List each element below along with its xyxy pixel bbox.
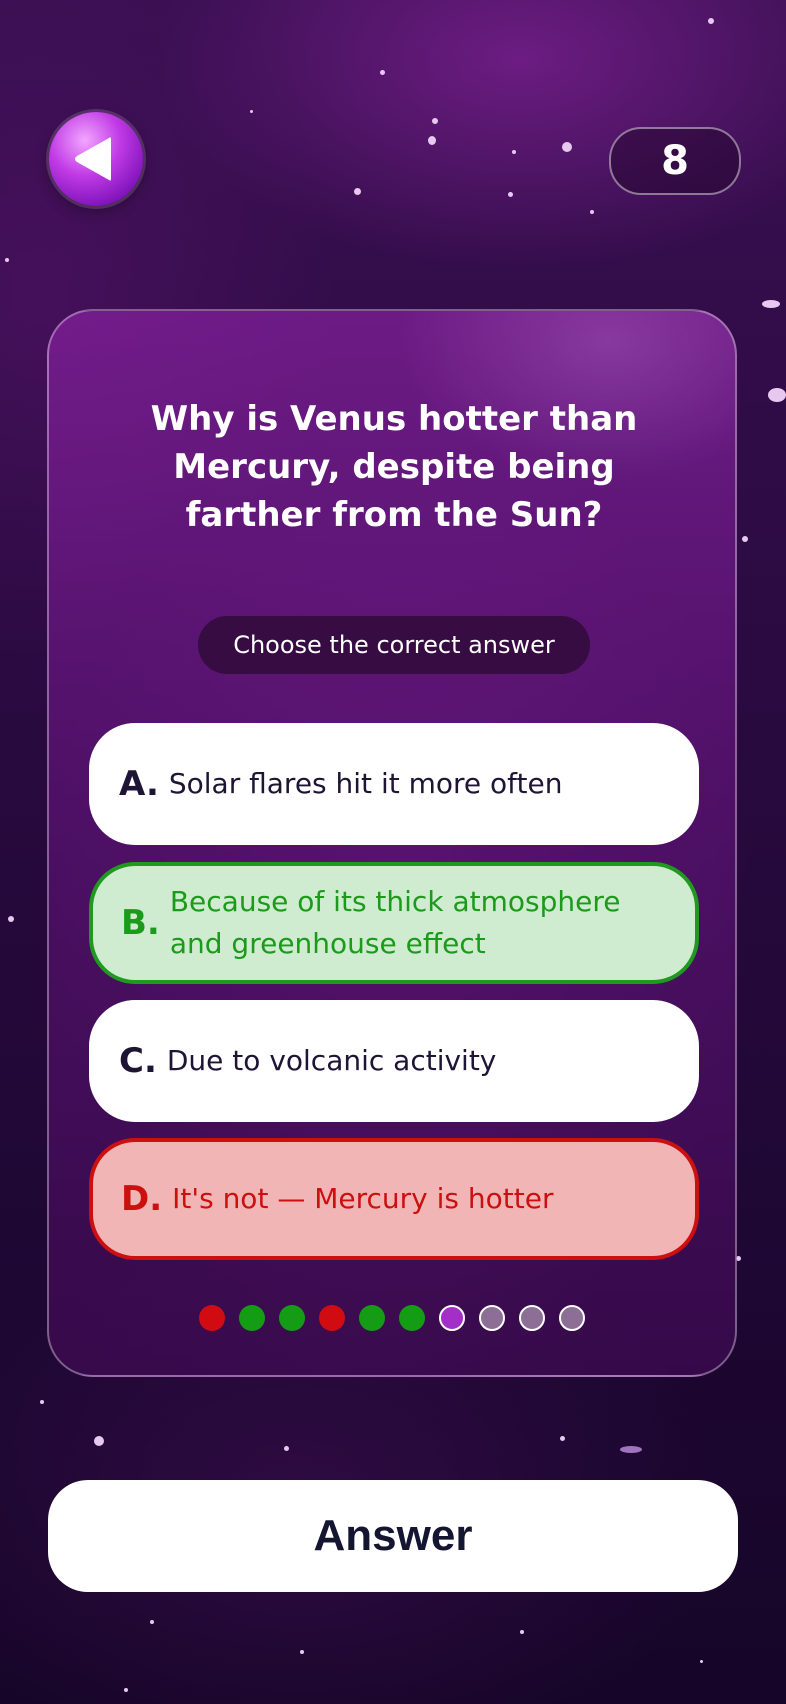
progress-dots (49, 1305, 735, 1331)
answer-button-label: Answer (313, 1511, 473, 1560)
question-card: Why is Venus hotter than Mercury, despit… (47, 309, 737, 1377)
progress-dot-wrong (199, 1305, 225, 1331)
option-c-button[interactable]: C. Due to volcanic activity (89, 1000, 699, 1122)
option-text: Due to volcanic activity (166, 1044, 497, 1077)
progress-dot-wrong (319, 1305, 345, 1331)
progress-dot-right (359, 1305, 385, 1331)
option-text: Solar flares hit it more often (168, 767, 563, 800)
progress-dot-pending (519, 1305, 545, 1331)
option-text: It's not — Mercury is hotter (172, 1182, 554, 1215)
instruction-pill: Choose the correct answer (198, 616, 590, 674)
progress-dot-right (279, 1305, 305, 1331)
progress-dot-right (399, 1305, 425, 1331)
option-d-button[interactable]: D. It's not — Mercury is hotter (89, 1138, 699, 1260)
answer-button[interactable]: Answer (48, 1480, 738, 1592)
back-button[interactable] (49, 112, 143, 206)
option-letter: D. (121, 1179, 163, 1219)
question-text: Why is Venus hotter than Mercury, despit… (150, 399, 638, 535)
option-b-button[interactable]: B. Because of its thick atmosphere and g… (89, 862, 699, 984)
option-text: Because of its thick atmosphere and gree… (169, 885, 621, 960)
option-a-button[interactable]: A. Solar flares hit it more often (89, 723, 699, 845)
option-letter: B. (121, 903, 160, 943)
back-arrow-icon (75, 137, 111, 181)
instruction-text: Choose the correct answer (233, 631, 555, 659)
question-counter-value: 8 (661, 138, 689, 184)
progress-dot-pending (559, 1305, 585, 1331)
progress-dot-current (439, 1305, 465, 1331)
option-letter: C. (119, 1041, 157, 1081)
progress-dot-right (239, 1305, 265, 1331)
question-counter-badge: 8 (609, 127, 741, 195)
option-letter: A. (119, 764, 159, 804)
progress-dot-pending (479, 1305, 505, 1331)
